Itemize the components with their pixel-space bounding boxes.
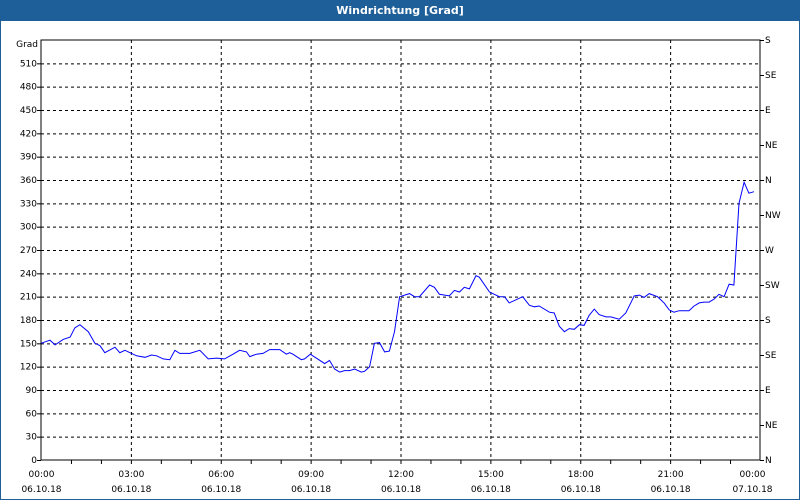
x-tick-date: 06.10.18 [111,485,151,495]
compass-label: NE [765,141,778,151]
compass-label: SW [765,281,780,291]
x-tick-time: 00:00 [740,470,766,480]
y-tick-label: 210 [20,293,37,303]
compass-label: NW [765,211,781,221]
y-tick-label: 450 [20,106,37,116]
x-tick-date: 06.10.18 [471,485,511,495]
compass-label: NE [765,421,778,431]
y-tick-label: 150 [20,339,37,349]
x-tick-time: 21:00 [658,470,684,480]
x-tick-time: 00:00 [29,470,55,480]
y-tick-label: 420 [20,129,37,139]
y-tick-label: 390 [20,153,37,163]
compass-label: SE [765,71,777,81]
x-tick-date: 07.10.18 [732,485,772,495]
x-tick-time: 12:00 [388,470,414,480]
grid [41,40,760,460]
y-tick-label: 120 [20,363,37,373]
compass-label: SE [765,351,777,361]
axis-ticks: 0 30 60 90 120 150 180 210 240 270 300 330 360 390 420… [20,36,781,495]
compass-label: S [765,36,771,46]
x-tick-date: 06.10.18 [291,485,331,495]
y-tick-label: 480 [20,83,37,93]
x-tick-time: 09:00 [298,470,324,480]
y-tick-label: 330 [20,199,37,209]
compass-label: N [765,456,772,466]
x-tick-time: 03:00 [118,470,144,480]
compass-label: E [765,106,771,116]
x-tick-date: 06.10.18 [561,485,601,495]
y-tick-label: 180 [20,316,37,326]
x-tick-date: 06.10.18 [651,485,691,495]
x-tick-time: 15:00 [478,470,504,480]
y-tick-label: 360 [20,176,37,186]
y-tick-label: 510 [20,59,37,69]
x-tick-date: 06.10.18 [201,485,241,495]
wind-direction-chart: Grad 0 30 60 90 120 150 180 210 240 270 300 330 360 3… [16,36,781,495]
y-tick-label: 60 [26,409,38,419]
y-tick-label: 240 [20,269,37,279]
y-axis-label: Grad [16,40,38,50]
compass-label: W [765,246,774,256]
y-tick-label: 30 [26,433,38,443]
y-tick-label: 90 [26,386,38,396]
x-tick-date: 06.10.18 [21,485,61,495]
compass-label: E [765,386,771,396]
compass-label: N [765,176,772,186]
y-tick-label: 0 [31,456,37,466]
y-tick-label: 300 [20,223,37,233]
x-tick-time: 06:00 [208,470,234,480]
x-tick-time: 18:00 [568,470,594,480]
compass-label: S [765,316,771,326]
y-tick-label: 270 [20,246,37,256]
x-tick-date: 06.10.18 [381,485,421,495]
